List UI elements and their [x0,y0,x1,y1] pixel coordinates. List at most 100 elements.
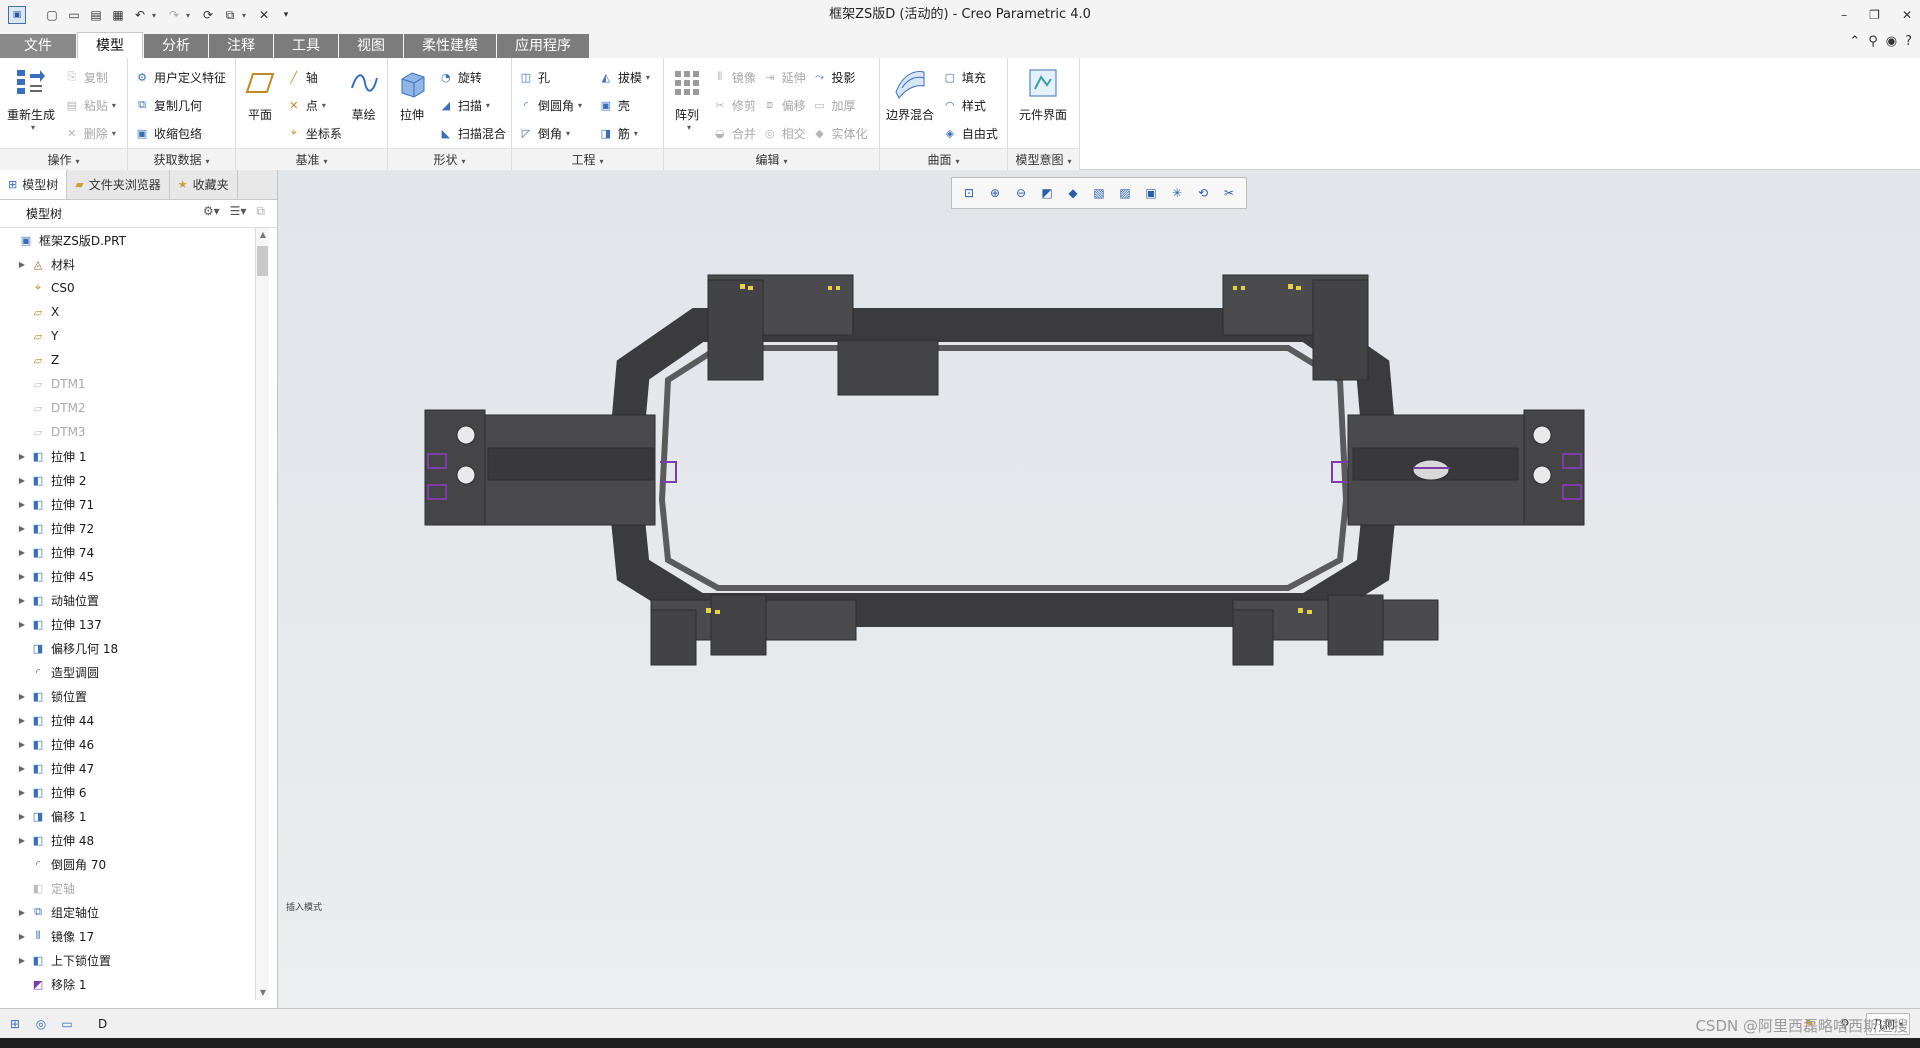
tree-item[interactable]: ▶ ◧ 拉伸 46 [0,732,255,756]
redo-dropdown-icon[interactable]: ▾ [186,11,196,20]
tree-filter-icon[interactable]: ⧉ [256,204,265,219]
restore-button[interactable]: ❐ [1869,8,1880,22]
plane-button[interactable]: 平面 [240,62,280,123]
csys-button[interactable]: ⌖ 坐标系 [286,122,342,144]
expand-icon[interactable]: ▶ [14,452,30,461]
offset-button[interactable]: ⧈ 偏移 [762,94,806,116]
point-dropdown-icon[interactable]: ▾ [322,101,326,110]
tree-item[interactable]: ▱ DTM3 [0,420,255,444]
tree-item[interactable]: ⌖ CS0 [0,276,255,300]
tree-item[interactable]: ▶ ◧ 拉伸 137 [0,612,255,636]
tree-item[interactable]: ◧ 定轴 [0,876,255,900]
close-button[interactable]: ✕ [1902,8,1912,22]
tree-item[interactable]: ◨ 偏移几何 18 [0,636,255,660]
open-icon[interactable]: ▭ [64,5,84,25]
expand-icon[interactable]: ▶ [14,716,30,725]
expand-icon[interactable]: ▶ [14,620,30,629]
extend-button[interactable]: ⇥ 延伸 [762,66,806,88]
sketch-button[interactable]: 草绘 [346,62,382,123]
tab-model[interactable]: 模型 [77,32,143,58]
tree-item[interactable]: ◜ 倒圆角 70 [0,852,255,876]
undo-dropdown-icon[interactable]: ▾ [152,11,162,20]
swept-blend-button[interactable]: ◣ 扫描混合 [438,122,506,144]
tab-flexible-modeling[interactable]: 柔性建模 [404,34,496,58]
new-file-icon[interactable]: ▢ [42,5,62,25]
tree-item[interactable]: ◩ 移除 1 [0,972,255,996]
tree-item[interactable]: ▶ ◧ 上下锁位置 [0,948,255,972]
freestyle-button[interactable]: ◈ 自由式 [942,122,998,144]
tree-item[interactable]: ▶ ◧ 拉伸 45 [0,564,255,588]
style-button[interactable]: ◠ 样式 [942,94,998,116]
tree-settings-icon[interactable]: ⚙▾ [203,204,220,219]
group-surfaces-label[interactable]: 曲面 ▾ [880,148,1007,170]
expand-icon[interactable]: ▶ [14,500,30,509]
intersect-button[interactable]: ◎ 相交 [762,122,806,144]
tab-view[interactable]: 视图 [339,34,403,58]
udf-button[interactable]: ⚙ 用户定义特征 [134,66,226,88]
undo-icon[interactable]: ↶ [130,5,150,25]
group-get-data-label[interactable]: 获取数据 ▾ [128,148,235,170]
copy-geometry-button[interactable]: ⧉ 复制几何 [134,94,226,116]
redo-icon[interactable]: ↷ [164,5,184,25]
tree-root-item[interactable]: ▣ 框架ZS版D.PRT [0,228,255,252]
tree-item[interactable]: ▶ ◨ 偏移 1 [0,804,255,828]
expand-icon[interactable]: ▶ [14,788,30,797]
tree-item[interactable]: ◜ 造型调圆 [0,660,255,684]
group-editing-label[interactable]: 编辑 ▾ [664,148,879,170]
component-interface-button[interactable]: 元件界面 [1012,62,1074,123]
group-engineering-label[interactable]: 工程 ▾ [512,148,663,170]
help-icon[interactable]: ? [1905,34,1912,49]
tab-tools[interactable]: 工具 [274,34,338,58]
group-model-intent-label[interactable]: 模型意图 ▾ [1008,148,1079,170]
expand-icon[interactable]: ▶ [14,740,30,749]
tree-item[interactable]: ▶ ◧ 拉伸 72 [0,516,255,540]
copy-button[interactable]: ⎘ 复制 [64,66,116,88]
axis-button[interactable]: ╱ 轴 [286,66,342,88]
pattern-dropdown-icon[interactable]: ▾ [687,123,691,132]
solidify-button[interactable]: ◆ 实体化 [812,122,867,144]
tab-favorites[interactable]: ★ 收藏夹 [170,170,238,199]
regenerate-button[interactable]: 重新生成 ▾ [4,62,58,132]
regenerate-dropdown-icon[interactable]: ▾ [31,123,35,132]
show-browser-icon[interactable]: ◎ [30,1013,52,1035]
scroll-down-icon[interactable]: ▼ [256,986,270,1000]
merge-button[interactable]: ◒ 合并 [712,122,756,144]
expand-icon[interactable]: ▶ [14,548,30,557]
tree-item[interactable]: ▶ ◧ 拉伸 6 [0,780,255,804]
tree-scrollbar[interactable]: ▲ ▼ [255,228,269,1000]
tree-item[interactable]: ▶ ◧ 拉伸 74 [0,540,255,564]
tree-item[interactable]: ▶ ◧ 拉伸 1 [0,444,255,468]
tree-item[interactable]: ▶ ◧ 拉伸 47 [0,756,255,780]
tree-item[interactable]: ▱ X [0,300,255,324]
pattern-button[interactable]: 阵列 ▾ [668,62,706,132]
group-datum-label[interactable]: 基准 ▾ [236,148,387,170]
sweep-dropdown-icon[interactable]: ▾ [486,101,490,110]
project-button[interactable]: ⤳ 投影 [812,66,868,88]
extrude-button[interactable]: 拉伸 [392,62,432,123]
point-button[interactable]: ✕ 点 ▾ [286,94,342,116]
tab-applications[interactable]: 应用程序 [497,34,589,58]
tree-item[interactable]: ▶ ◧ 拉伸 2 [0,468,255,492]
delete-dropdown-icon[interactable]: ▾ [112,129,116,138]
boundary-blend-button[interactable]: 边界混合 [884,62,936,123]
tree-item[interactable]: ▶ ⫴ 镜像 17 [0,924,255,948]
tree-item[interactable]: ▶ ⧉ 组定轴位 [0,900,255,924]
expand-icon[interactable]: ▶ [14,572,30,581]
paste-dropdown-icon[interactable]: ▾ [112,101,116,110]
tree-item[interactable]: ▶ ◧ 拉伸 44 [0,708,255,732]
round-dropdown-icon[interactable]: ▾ [578,101,582,110]
expand-icon[interactable]: ▶ [14,908,30,917]
expand-icon[interactable]: ▶ [14,476,30,485]
tab-model-tree[interactable]: ⊞ 模型树 [0,170,68,199]
windows-dropdown-icon[interactable]: ▾ [242,11,252,20]
rib-dropdown-icon[interactable]: ▾ [634,129,638,138]
folder-icon[interactable]: ▤ [86,5,106,25]
thicken-button[interactable]: ▭ 加厚 [812,94,868,116]
part-model[interactable] [278,170,1920,1008]
search-icon[interactable]: ⚲ [1868,34,1878,49]
tree-item[interactable]: ▶ ◬ 材料 [0,252,255,276]
draft-button[interactable]: ◭ 拔模 ▾ [598,66,650,88]
tab-annotate[interactable]: 注释 [209,34,273,58]
tab-analysis[interactable]: 分析 [144,34,208,58]
expand-icon[interactable]: ▶ [14,764,30,773]
